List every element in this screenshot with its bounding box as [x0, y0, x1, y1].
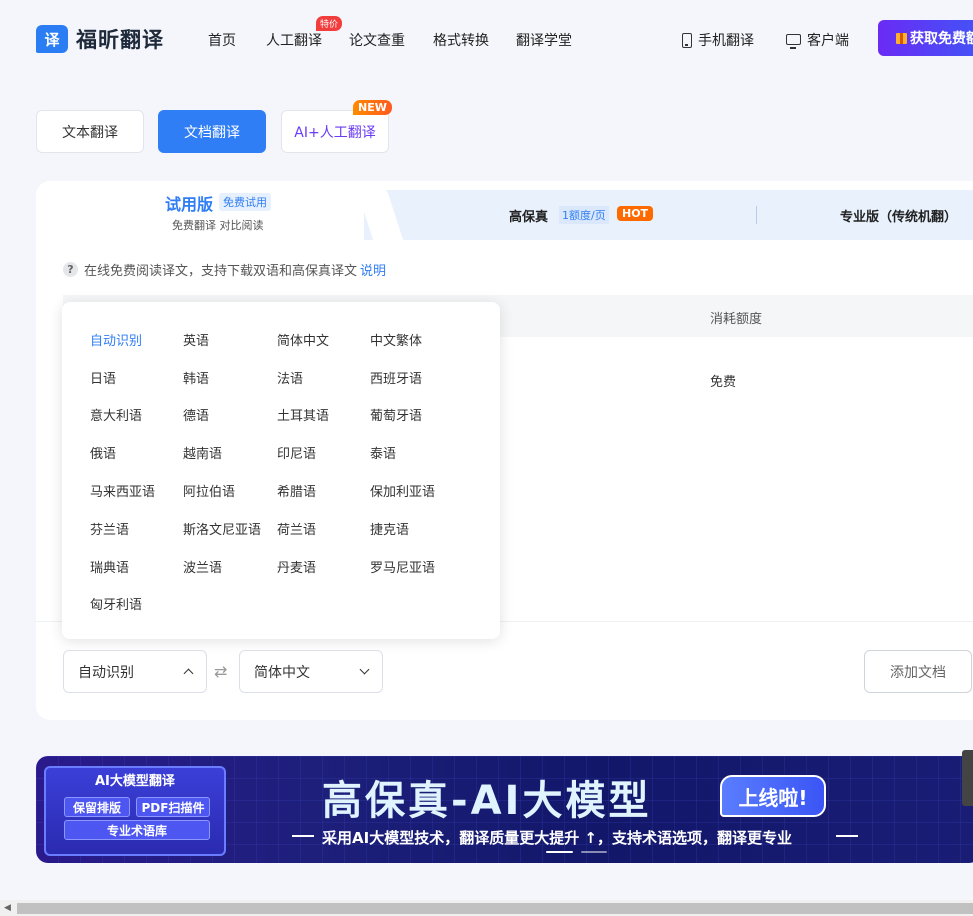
language-option[interactable]: 西班牙语	[370, 368, 422, 387]
help-explain-link[interactable]: 说明	[360, 260, 386, 279]
language-option[interactable]: 意大利语	[90, 405, 142, 424]
high-fidelity-quota: 1额度/页	[559, 206, 609, 224]
nav-item-human-translation[interactable]: 人工翻译 特价	[266, 16, 343, 50]
side-floating-widget[interactable]	[962, 750, 973, 806]
get-free-quota-label: 获取免费额	[910, 31, 973, 47]
nav-item-plagiarism-check[interactable]: 论文查重	[349, 30, 405, 50]
chevron-up-icon	[183, 668, 194, 679]
language-option[interactable]: 简体中文	[277, 330, 329, 349]
language-option[interactable]: 葡萄牙语	[370, 405, 422, 424]
language-option[interactable]: 印尼语	[277, 443, 316, 462]
trial-subtitle: 免费翻译 对比阅读	[172, 219, 264, 232]
language-option[interactable]: 罗马尼亚语	[370, 557, 435, 576]
swap-languages-icon[interactable]: ⇄	[214, 662, 227, 681]
column-header-quota: 消耗额度	[710, 312, 763, 327]
chip-glossary: 专业术语库	[64, 820, 210, 840]
client-link[interactable]: 客户端	[786, 30, 849, 50]
scrollbar-thumb[interactable]	[17, 903, 973, 914]
chevron-down-icon	[359, 664, 370, 675]
question-icon: ?	[63, 262, 78, 277]
banner-launch-bubble: 上线啦!	[720, 775, 826, 817]
banner-deco-dash	[292, 835, 314, 837]
language-option[interactable]: 瑞典语	[90, 557, 129, 576]
target-language-value: 简体中文	[254, 664, 310, 681]
banner-title: 高保真-AI大模型	[322, 778, 652, 824]
help-row: ? 在线免费阅读译文，支持下载双语和高保真译文 说明	[63, 260, 386, 279]
nav-item-label: 人工翻译	[266, 33, 322, 49]
language-option[interactable]: 中文繁体	[370, 330, 422, 349]
free-trial-tag: 免费试用	[219, 193, 271, 211]
language-option[interactable]: 越南语	[183, 443, 222, 462]
banner-subtitle: 采用AI大模型技术，翻译质量更大提升 ↑，支持术语选项，翻译更专业	[322, 829, 792, 847]
top-header: 译 福昕翻译 首页 人工翻译 特价 论文查重 格式转换 翻译学堂 手机翻译 客户…	[0, 0, 973, 76]
carousel-indicator[interactable]	[581, 851, 607, 853]
chip-pdf-scan: PDF扫描件	[136, 797, 210, 817]
chip-keep-layout: 保留排版	[64, 797, 130, 817]
tab-text-translation[interactable]: 文本翻译	[36, 110, 144, 153]
nav-item-translation-academy[interactable]: 翻译学堂	[516, 30, 572, 50]
language-option[interactable]: 希腊语	[277, 481, 316, 500]
gift-icon	[896, 32, 907, 44]
tab-divider	[756, 206, 757, 224]
language-option[interactable]: 德语	[183, 405, 209, 424]
language-option[interactable]: 捷克语	[370, 519, 409, 538]
tab-ai-human-translation[interactable]: AI+人工翻译	[281, 110, 389, 153]
new-badge: NEW	[353, 100, 392, 115]
language-option[interactable]: 芬兰语	[90, 519, 129, 538]
language-dropdown: 自动识别 英语 简体中文 中文繁体 日语 韩语 法语 西班牙语 意大利语 德语 …	[62, 302, 500, 639]
language-option[interactable]: 泰语	[370, 443, 396, 462]
hot-badge: HOT	[617, 206, 654, 221]
language-option[interactable]: 法语	[277, 368, 303, 387]
carousel-indicator-active[interactable]	[546, 851, 573, 853]
mobile-translate-link[interactable]: 手机翻译	[682, 30, 754, 50]
scroll-left-arrow-icon[interactable]: ◀	[4, 903, 11, 913]
logo-mark-icon: 译	[36, 25, 68, 53]
language-option[interactable]: 波兰语	[183, 557, 222, 576]
help-text: 在线免费阅读译文，支持下载双语和高保真译文	[84, 264, 358, 279]
language-option[interactable]: 荷兰语	[277, 519, 316, 538]
language-option[interactable]: 保加利亚语	[370, 481, 435, 500]
language-option[interactable]: 丹麦语	[277, 557, 316, 576]
tab-professional-version[interactable]: 专业版（传统机翻）	[840, 206, 957, 225]
language-option[interactable]: 英语	[183, 330, 209, 349]
get-free-quota-button[interactable]: 获取免费额	[878, 20, 973, 56]
source-language-value: 自动识别	[78, 664, 134, 681]
language-option[interactable]: 俄语	[90, 443, 116, 462]
chip-title: AI大模型翻译	[95, 774, 175, 789]
quota-cell: 免费	[710, 375, 737, 390]
language-option[interactable]: 马来西亚语	[90, 481, 155, 500]
tab-high-fidelity[interactable]: 高保真	[509, 206, 548, 225]
phone-icon	[682, 32, 692, 48]
special-price-badge: 特价	[316, 16, 343, 31]
banner-deco-dash	[836, 835, 858, 837]
mobile-translate-label: 手机翻译	[698, 33, 754, 49]
language-option[interactable]: 匈牙利语	[90, 594, 142, 613]
language-option[interactable]: 阿拉伯语	[183, 481, 235, 500]
language-option[interactable]: 土耳其语	[277, 405, 329, 424]
logo-text: 福昕翻译	[76, 28, 164, 52]
language-option-auto[interactable]: 自动识别	[90, 330, 142, 349]
source-language-select[interactable]: 自动识别	[63, 650, 207, 693]
language-option[interactable]: 韩语	[183, 368, 209, 387]
client-label: 客户端	[807, 33, 849, 49]
language-option[interactable]: 斯洛文尼亚语	[183, 519, 261, 538]
nav-item-format-convert[interactable]: 格式转换	[433, 30, 489, 50]
tab-document-translation[interactable]: 文档翻译	[158, 110, 266, 153]
monitor-icon	[786, 33, 801, 49]
tab-trial-version[interactable]: 试用版	[165, 191, 213, 215]
add-document-button[interactable]: 添加文档	[864, 650, 972, 693]
target-language-select[interactable]: 简体中文	[239, 650, 383, 693]
language-option[interactable]: 日语	[90, 368, 116, 387]
logo[interactable]: 译 福昕翻译	[36, 24, 164, 54]
nav-item-home[interactable]: 首页	[208, 30, 236, 50]
